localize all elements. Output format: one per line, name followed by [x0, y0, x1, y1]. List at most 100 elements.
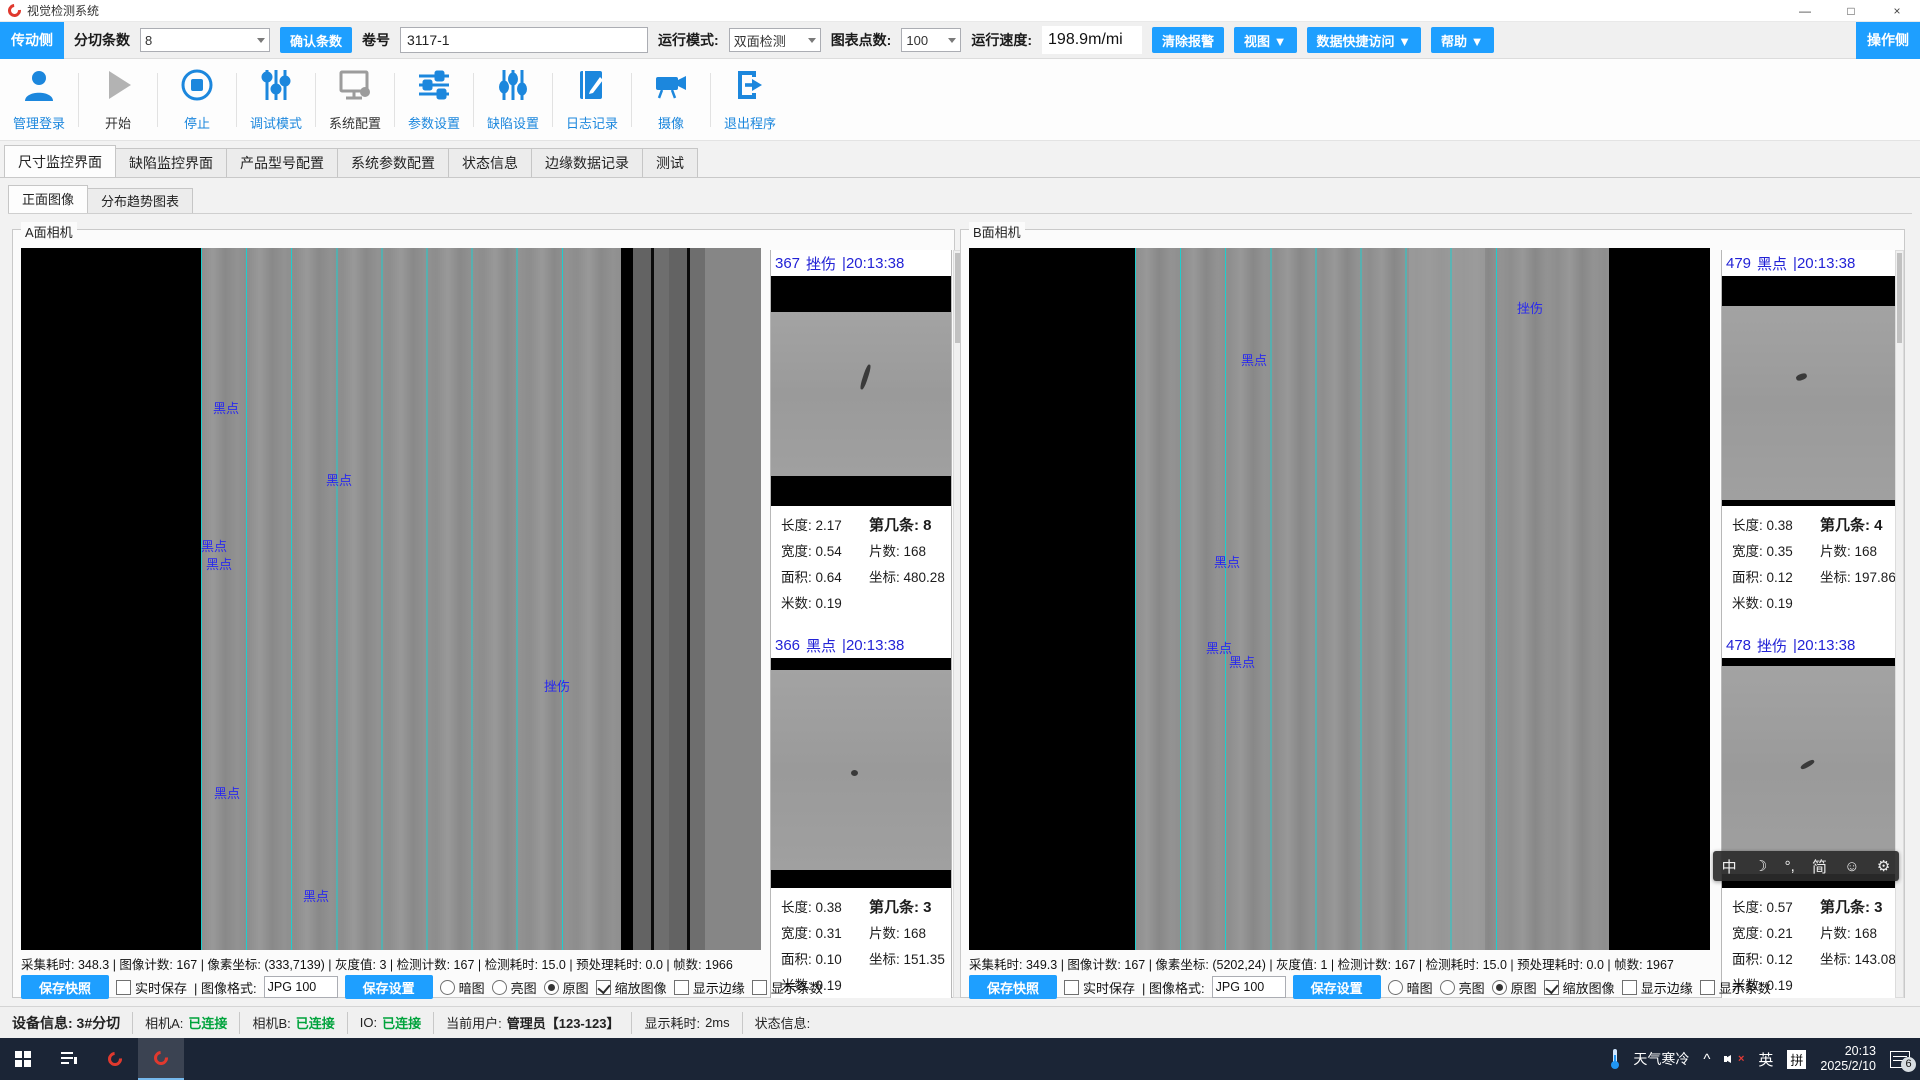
tab-size-monitor[interactable]: 尺寸监控界面: [4, 145, 116, 177]
notification-center-icon[interactable]: 6: [1890, 1051, 1910, 1068]
tray-expand-chevron[interactable]: ^: [1703, 1051, 1710, 1068]
defect-card[interactable]: 367 挫伤 |20:13:38 长度: 2.17 第几条: 8 宽度: 0.5…: [771, 250, 951, 618]
tab-front-image[interactable]: 正面图像: [8, 185, 88, 213]
sliders-horizontal-icon: [416, 67, 452, 108]
camera-a-controls: 保存快照 实时保存 | 图像格式: JPG 100 保存设置 暗图 亮图 原图 …: [21, 974, 823, 1000]
stop-button[interactable]: 停止: [158, 64, 236, 136]
original-image-radio[interactable]: [544, 980, 559, 995]
camera-capture-button[interactable]: 摄像: [632, 64, 710, 136]
windows-logo-icon: [15, 1051, 31, 1067]
running-app-button[interactable]: [138, 1038, 184, 1080]
run-speed-label: 运行速度:: [971, 30, 1032, 50]
view-menu-button[interactable]: 视图 ▼: [1234, 27, 1296, 53]
zoom-image-checkbox[interactable]: [1544, 980, 1559, 995]
save-snapshot-button[interactable]: 保存快照: [21, 975, 109, 999]
main-tab-bar: 尺寸监控界面 缺陷监控界面 产品型号配置 系统参数配置 状态信息 边缘数据记录 …: [0, 141, 1920, 178]
realtime-save-checkbox[interactable]: [1064, 980, 1079, 995]
ime-fullwidth-moon-icon[interactable]: ☽: [1754, 857, 1767, 875]
tab-edge-data-record[interactable]: 边缘数据记录: [531, 148, 643, 177]
maximize-button[interactable]: □: [1828, 0, 1874, 21]
camera-a-panel: A面相机 黑点 黑点 黑点 黑点 挫伤 黑点 黑点 367 挫伤 |20:13:…: [12, 229, 955, 998]
slit-count-select[interactable]: 8: [140, 28, 270, 52]
task-view-button[interactable]: [46, 1038, 92, 1080]
pinned-app-icon[interactable]: [92, 1038, 138, 1080]
defect-card[interactable]: 366 黑点 |20:13:38 长度: 0.38 第几条: 3 宽度: 0.3…: [771, 632, 951, 1000]
show-strips-checkbox[interactable]: [752, 980, 767, 995]
tab-defect-monitor[interactable]: 缺陷监控界面: [115, 148, 227, 177]
dark-image-radio[interactable]: [440, 980, 455, 995]
bright-image-radio[interactable]: [492, 980, 507, 995]
realtime-save-checkbox[interactable]: [116, 980, 131, 995]
tab-test[interactable]: 测试: [642, 148, 698, 177]
close-button[interactable]: ×: [1874, 0, 1920, 21]
exit-program-button[interactable]: 退出程序: [711, 64, 789, 136]
defect-id: 367: [775, 255, 800, 272]
param-settings-button[interactable]: 参数设置: [395, 64, 473, 136]
language-indicator[interactable]: 英: [1758, 1049, 1773, 1070]
notebook-pencil-icon: [574, 67, 610, 108]
tab-distribution-trend-chart[interactable]: 分布趋势图表: [87, 188, 193, 213]
image-format-select[interactable]: JPG 100: [264, 976, 338, 998]
admin-login-button[interactable]: 管理登录: [0, 64, 78, 136]
run-mode-select[interactable]: 双面检测: [729, 28, 821, 52]
log-record-button[interactable]: 日志记录: [553, 64, 631, 136]
volume-muted-icon[interactable]: ×: [1724, 1051, 1744, 1067]
image-format-select[interactable]: JPG 100: [1212, 976, 1286, 998]
defect-settings-button[interactable]: 缺陷设置: [474, 64, 552, 136]
clock[interactable]: 20:13 2025/2/10: [1820, 1044, 1876, 1074]
defect-thumbnail: [771, 658, 951, 888]
show-strips-checkbox[interactable]: [1700, 980, 1715, 995]
zoom-image-checkbox[interactable]: [596, 980, 611, 995]
show-edge-checkbox[interactable]: [674, 980, 689, 995]
original-image-radio[interactable]: [1492, 980, 1507, 995]
defect-card[interactable]: 479 黑点 |20:13:38 长度: 0.38 第几条: 4 宽度: 0.3…: [1722, 250, 1902, 618]
ime-simplified-mode[interactable]: 简: [1812, 856, 1827, 877]
camera-a-title: A面相机: [21, 222, 77, 241]
thermometer-icon[interactable]: [1611, 1049, 1619, 1069]
weather-text[interactable]: 天气寒冷: [1633, 1049, 1689, 1069]
chart-points-select[interactable]: 100: [901, 28, 961, 52]
drive-side-button[interactable]: 传动侧: [0, 22, 64, 59]
device-info: 设备信息: 3#分切: [12, 1013, 120, 1033]
system-config-button[interactable]: 系统配置: [316, 64, 394, 136]
bright-image-radio[interactable]: [1440, 980, 1455, 995]
save-settings-button[interactable]: 保存设置: [1293, 975, 1381, 999]
ime-emoji-icon[interactable]: ☺: [1844, 858, 1859, 875]
roll-number-input[interactable]: 3117-1: [400, 27, 648, 53]
tab-product-model-config[interactable]: 产品型号配置: [226, 148, 338, 177]
defect-label: 黑点: [201, 536, 227, 555]
ime-chinese-mode[interactable]: 中: [1722, 856, 1737, 877]
window-title: 视觉检测系统: [27, 2, 99, 19]
help-menu-button[interactable]: 帮助 ▼: [1431, 27, 1493, 53]
time: 20:13: [1820, 1044, 1876, 1059]
defect-type: 挫伤: [1757, 635, 1787, 656]
clear-alarm-button[interactable]: 清除报警: [1152, 27, 1224, 53]
defect-time: |20:13:38: [842, 255, 904, 272]
windows-taskbar: 天气寒冷 ^ × 英 拼 20:13 2025/2/10 6: [0, 1038, 1920, 1080]
dark-image-radio[interactable]: [1388, 980, 1403, 995]
debug-mode-button[interactable]: 调试模式: [237, 64, 315, 136]
operate-side-button[interactable]: 操作侧: [1856, 22, 1920, 59]
confirm-strips-button[interactable]: 确认条数: [280, 27, 352, 53]
tab-status-info[interactable]: 状态信息: [448, 148, 532, 177]
start-button[interactable]: 开始: [79, 64, 157, 136]
task-list-icon: [60, 1050, 78, 1068]
defect-label: 黑点: [1241, 350, 1267, 369]
save-settings-button[interactable]: 保存设置: [345, 975, 433, 999]
display-time-label: 显示耗时:: [644, 1013, 700, 1032]
defect-header: 478 挫伤 |20:13:38: [1722, 632, 1902, 658]
command-toolbar: 传动侧 分切条数 8 确认条数 卷号 3117-1 运行模式: 双面检测 图表点…: [0, 22, 1920, 59]
defect-card[interactable]: 478 挫伤 |20:13:38 长度: 0.57 第几条: 3 宽度: 0.2…: [1722, 632, 1902, 1000]
defect-label: 黑点: [1214, 552, 1240, 571]
show-edge-checkbox[interactable]: [1622, 980, 1637, 995]
save-snapshot-button[interactable]: 保存快照: [969, 975, 1057, 999]
scrollbar[interactable]: [1895, 250, 1904, 998]
app-logo-icon: [151, 1048, 171, 1068]
ime-punctuation-icon[interactable]: °,: [1785, 858, 1795, 875]
tab-system-param-config[interactable]: 系统参数配置: [337, 148, 449, 177]
ime-settings-gear-icon[interactable]: ⚙: [1877, 857, 1890, 875]
data-quick-access-button[interactable]: 数据快捷访问 ▼: [1307, 27, 1421, 53]
start-button[interactable]: [0, 1038, 46, 1080]
ime-pinyin-indicator[interactable]: 拼: [1787, 1050, 1806, 1069]
minimize-button[interactable]: —: [1782, 0, 1828, 21]
